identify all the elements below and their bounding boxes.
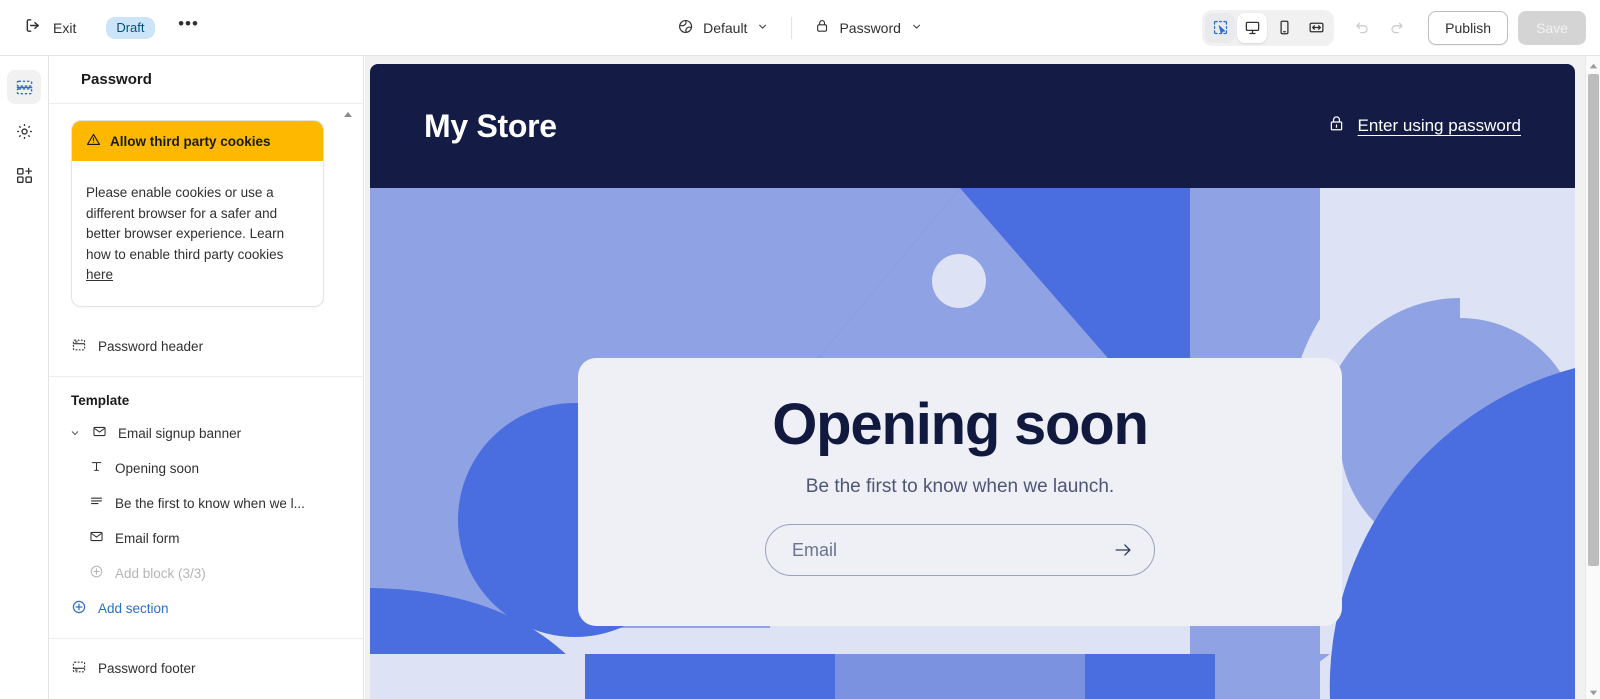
desktop-view-button[interactable]: [1237, 12, 1268, 43]
preview-canvas: My Store Enter using password Opening so…: [365, 56, 1600, 699]
lock-icon: [1327, 114, 1346, 138]
chevron-down-icon[interactable]: [69, 427, 81, 439]
toolbar-divider: [791, 16, 793, 39]
cookie-notice-text: Please enable cookies or use a different…: [86, 185, 285, 262]
page-selector[interactable]: Password: [804, 12, 932, 44]
add-section-label: Add section: [98, 600, 169, 616]
sidebar-item-apps[interactable]: [7, 158, 41, 192]
sidebar-item-label: Email form: [115, 530, 180, 546]
theme-selector[interactable]: Default: [667, 12, 779, 44]
status-badge: Draft: [106, 16, 155, 39]
publish-button[interactable]: Publish: [1428, 10, 1509, 45]
header-section-icon: [71, 337, 87, 356]
sidebar-item-password-footer[interactable]: Password footer: [49, 651, 363, 686]
envelope-icon: [89, 529, 104, 547]
cookie-notice-card: Allow third party cookies Please enable …: [71, 120, 324, 307]
chevron-down-icon: [910, 20, 923, 36]
sidebar-item-email-form[interactable]: Email form: [49, 521, 363, 556]
page-selector-label: Password: [839, 19, 901, 36]
email-form[interactable]: [765, 524, 1155, 576]
sidebar-item-label: Password header: [98, 338, 204, 354]
store-name: My Store: [424, 107, 557, 144]
email-signup-banner-card: Opening soon Be the first to know when w…: [578, 358, 1342, 626]
hero-heading: Opening soon: [772, 392, 1149, 457]
exit-label: Exit: [53, 19, 77, 36]
sidebar-item-password-header[interactable]: Password header: [49, 329, 363, 364]
undo-button[interactable]: [1346, 12, 1378, 44]
exit-icon: [24, 16, 43, 40]
sidebar-scroll-area: Allow third party cookies Please enable …: [49, 104, 363, 699]
cookie-notice-link[interactable]: here: [86, 267, 113, 282]
store-header: My Store Enter using password: [370, 64, 1575, 188]
save-button[interactable]: Save: [1518, 10, 1586, 45]
sections-sidebar: Password Allow third party cookies Pleas…: [49, 56, 364, 699]
lock-icon: [814, 18, 830, 37]
sidebar-item-sections[interactable]: [7, 70, 41, 104]
chevron-down-icon: [756, 20, 769, 36]
select-tool-button[interactable]: [1205, 12, 1236, 43]
scroll-down-arrow[interactable]: [1588, 685, 1599, 696]
enter-using-password-label: Enter using password: [1357, 116, 1521, 135]
storefront-preview: My Store Enter using password Opening so…: [370, 64, 1575, 699]
submit-arrow-icon[interactable]: [1112, 539, 1134, 561]
toolbar-left-group: Exit Draft •••: [0, 12, 205, 44]
sidebar-item-opening-soon[interactable]: Opening soon: [49, 451, 363, 486]
sidebar-item-paragraph[interactable]: Be the first to know when we l...: [49, 486, 363, 521]
text-icon: [89, 459, 104, 477]
theme-selector-label: Default: [703, 19, 748, 36]
scroll-up-arrow[interactable]: [1588, 59, 1599, 70]
full-width-view-button[interactable]: [1301, 13, 1331, 43]
toolbar-center-group: Default Password: [667, 12, 933, 44]
cookie-notice-heading: Allow third party cookies: [110, 133, 271, 149]
sidebar-title: Password: [49, 56, 363, 104]
cookie-notice-body: Please enable cookies or use a different…: [72, 161, 323, 306]
scrollbar-thumb[interactable]: [1588, 74, 1599, 566]
email-input[interactable]: [792, 539, 1092, 561]
add-block-label: Add block (3/3): [115, 565, 206, 581]
plus-circle-icon: [89, 564, 104, 582]
sidebar-scroll-up-arrow[interactable]: [342, 108, 354, 120]
add-section-button[interactable]: Add section: [49, 591, 363, 626]
sidebar-divider: [49, 637, 363, 639]
top-toolbar: Exit Draft ••• Default Password Publish …: [0, 0, 1600, 56]
cookie-notice-header: Allow third party cookies: [72, 121, 323, 161]
redo-button[interactable]: [1380, 12, 1412, 44]
sidebar-item-label: Be the first to know when we l...: [115, 495, 305, 511]
exit-button[interactable]: Exit: [14, 12, 86, 44]
canvas-scrollbar[interactable]: [1585, 56, 1600, 699]
toolbar-right-group: Publish Save: [1202, 9, 1586, 46]
globe-icon: [677, 18, 694, 38]
add-block-button: Add block (3/3): [49, 556, 363, 591]
device-toggle-group: [1202, 9, 1335, 46]
sidebar-divider: [49, 375, 363, 377]
enter-using-password-link[interactable]: Enter using password: [1327, 114, 1521, 138]
sidebar-item-email-signup-banner[interactable]: Email signup banner: [49, 416, 363, 451]
mobile-view-button[interactable]: [1269, 13, 1299, 43]
left-rail: [0, 56, 49, 699]
template-group-title: Template: [71, 392, 130, 408]
envelope-icon: [92, 424, 107, 442]
sidebar-item-label: Email signup banner: [118, 425, 242, 441]
paragraph-icon: [89, 494, 104, 512]
plus-circle-icon: [71, 599, 87, 618]
hero-subheading: Be the first to know when we launch.: [805, 476, 1115, 497]
sidebar-item-label: Opening soon: [115, 460, 200, 476]
footer-section-icon: [71, 659, 87, 678]
more-options-button[interactable]: •••: [173, 12, 205, 44]
sidebar-item-label: Password footer: [98, 660, 196, 676]
history-group: [1346, 12, 1412, 44]
sidebar-item-theme-settings[interactable]: [7, 114, 41, 148]
warning-icon: [86, 132, 101, 150]
